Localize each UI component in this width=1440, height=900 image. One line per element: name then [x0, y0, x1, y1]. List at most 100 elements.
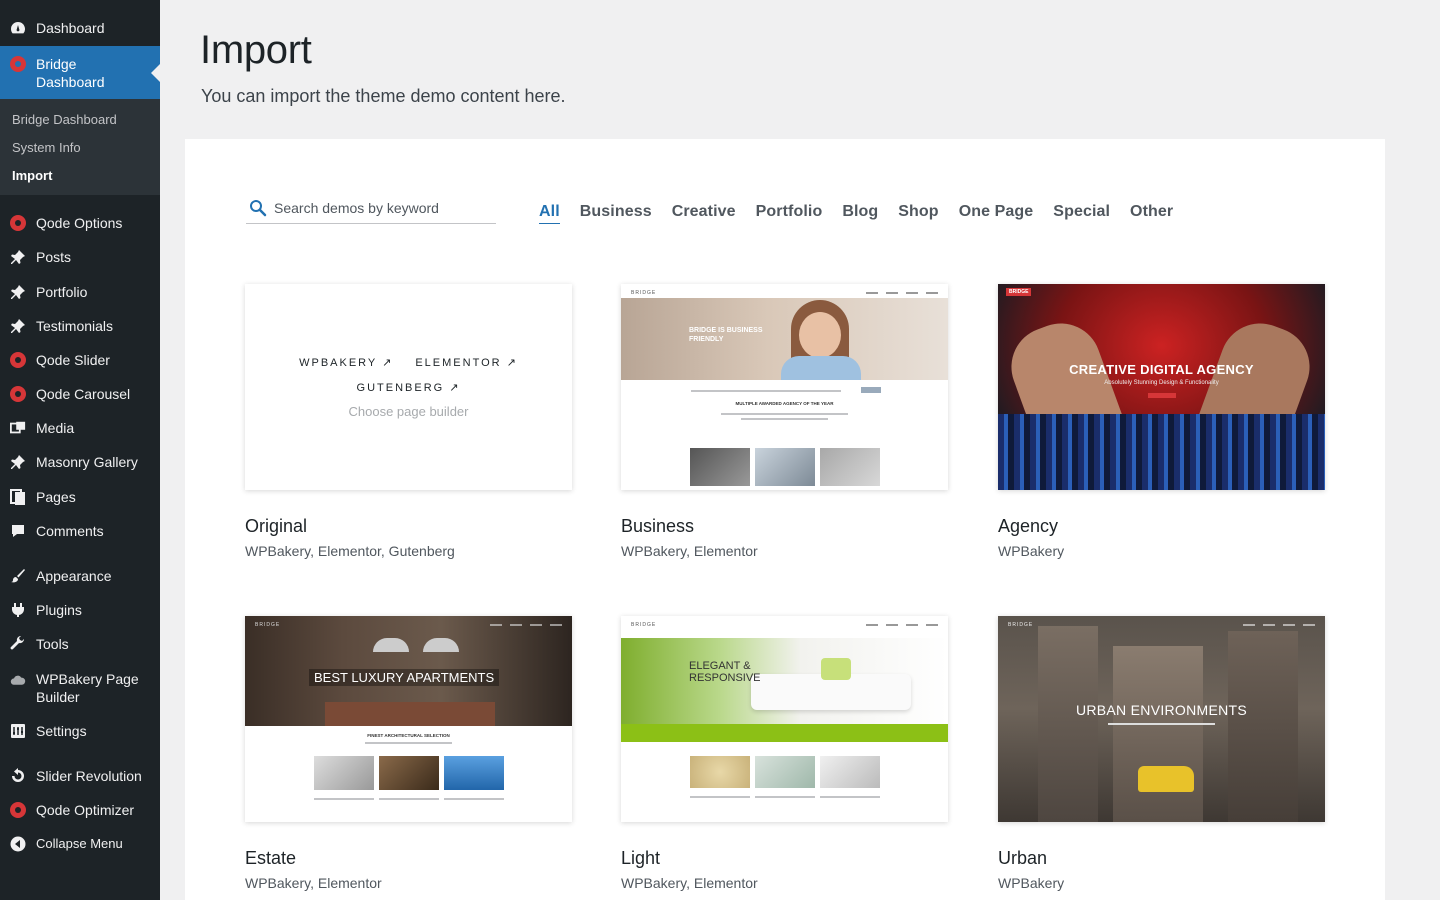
mini-hero-text: CREATIVE DIGITAL AGENCY [1069, 362, 1254, 377]
menu-qode-optimizer-label: Qode Optimizer [36, 802, 135, 818]
mini-hero-text: BRIDGE IS BUSINESS FRIENDLY [689, 327, 763, 343]
demo-thumbnail-urban[interactable]: BRIDGE URBAN ENVIRONMENTS [998, 616, 1325, 822]
import-panel: All Business Creative Portfolio Blog Sho… [185, 139, 1385, 900]
filter-shop[interactable]: Shop [898, 203, 938, 224]
menu-testimonials-label: Testimonials [36, 318, 114, 334]
demo-filter-tabs: All Business Creative Portfolio Blog Sho… [539, 203, 1173, 224]
menu-media[interactable]: Media [0, 412, 160, 444]
menu-dashboard[interactable]: Dashboard [0, 12, 160, 44]
menu-qode-slider[interactable]: Qode Slider [0, 344, 160, 376]
mini-hero-subtext: Absolutely Stunning Design & Functionali… [1104, 380, 1219, 386]
current-menu-arrow [151, 63, 160, 82]
demo-title[interactable]: Agency [998, 516, 1325, 537]
filter-other[interactable]: Other [1130, 203, 1173, 224]
mini-section-title: MULTIPLE AWARDED AGENCY OF THE YEAR [735, 401, 834, 406]
filter-creative[interactable]: Creative [672, 203, 736, 224]
menu-comments-label: Comments [36, 523, 104, 539]
submenu-import[interactable]: Import [12, 168, 52, 183]
page-title: Import [200, 28, 312, 72]
menu-pages-label: Pages [36, 489, 76, 505]
menu-qode-options-label: Qode Options [36, 215, 123, 231]
menu-settings[interactable]: Settings [0, 715, 160, 747]
qode-logo-icon [10, 802, 26, 818]
wpbakery-cloud-icon [10, 672, 26, 688]
menu-testimonials[interactable]: Testimonials [0, 310, 160, 342]
mini-brand: BRIDGE [631, 290, 657, 296]
search-icon [248, 198, 268, 218]
filter-all[interactable]: All [539, 203, 560, 224]
menu-wpbakery[interactable]: WPBakery Page Builder [0, 663, 160, 713]
collapse-menu-button[interactable]: Collapse Menu [0, 828, 160, 860]
filter-one-page[interactable]: One Page [959, 203, 1034, 224]
filter-portfolio[interactable]: Portfolio [756, 203, 823, 224]
pushpin-icon [10, 249, 26, 265]
demo-builders: WPBakery [998, 875, 1065, 891]
dashboard-icon [10, 20, 26, 36]
paintbrush-icon [10, 568, 26, 584]
menu-appearance[interactable]: Appearance [0, 560, 160, 592]
menu-bridge-dashboard-label: Bridge Dashboard [36, 55, 105, 90]
menu-plugins[interactable]: Plugins [0, 594, 160, 626]
pushpin-icon [10, 318, 26, 334]
menu-dashboard-label: Dashboard [36, 20, 105, 36]
menu-qode-optimizer[interactable]: Qode Optimizer [0, 794, 160, 826]
filter-blog[interactable]: Blog [842, 203, 878, 224]
submenu-system-info[interactable]: System Info [12, 140, 81, 155]
menu-comments[interactable]: Comments [0, 515, 160, 547]
builder-link-gutenberg[interactable]: GUTENBERG ↗ [357, 381, 461, 394]
page-subtitle: You can import the theme demo content he… [201, 86, 566, 106]
search-input[interactable] [274, 200, 484, 216]
builder-link-wpbakery[interactable]: WPBAKERY ↗ [299, 356, 393, 369]
collapse-menu-label: Collapse Menu [36, 836, 123, 851]
menu-wpbakery-label: WPBakery Page Builder [36, 671, 139, 705]
mini-hero: BRIDGE IS BUSINESS FRIENDLY [621, 298, 948, 380]
menu-masonry-gallery[interactable]: Masonry Gallery [0, 446, 160, 478]
media-icon [10, 420, 26, 436]
wrench-icon [10, 636, 26, 652]
menu-qode-carousel[interactable]: Qode Carousel [0, 378, 160, 410]
plugins-icon [10, 602, 26, 618]
menu-qode-carousel-label: Qode Carousel [36, 386, 131, 402]
qode-logo-icon [10, 215, 26, 231]
menu-pages[interactable]: Pages [0, 481, 160, 513]
menu-qode-slider-label: Qode Slider [36, 352, 110, 368]
demo-title[interactable]: Urban [998, 848, 1325, 869]
demo-title[interactable]: Estate [245, 848, 572, 869]
demo-title[interactable]: Light [621, 848, 948, 869]
qode-logo-icon [10, 386, 26, 402]
builder-link-elementor[interactable]: ELEMENTOR ↗ [415, 356, 518, 369]
menu-portfolio-label: Portfolio [36, 284, 88, 300]
mini-section-title: FINEST ARCHITECTURAL SELECTION [367, 733, 450, 738]
qode-logo-icon [10, 352, 26, 368]
menu-bridge-dashboard[interactable]: Bridge Dashboard [0, 46, 160, 99]
mini-brand: BRIDGE [631, 622, 657, 628]
admin-sidebar: Dashboard Bridge Dashboard Bridge Dashbo… [0, 0, 160, 900]
pushpin-icon [10, 284, 26, 300]
demo-thumbnail-business[interactable]: BRIDGE BRIDGE IS BUSINESS FRIENDLY MULTI… [621, 284, 948, 490]
qode-logo-icon [10, 56, 26, 72]
demo-builders: WPBakery, Elementor [621, 875, 758, 891]
filter-special[interactable]: Special [1053, 203, 1110, 224]
menu-qode-options[interactable]: Qode Options [0, 207, 160, 239]
mini-brand-badge: BRIDGE [1006, 288, 1032, 296]
mini-hero-text: ELEGANT & RESPONSIVE [689, 660, 761, 684]
demo-title[interactable]: Business [621, 516, 948, 537]
menu-slider-revolution[interactable]: Slider Revolution [0, 760, 160, 792]
menu-posts[interactable]: Posts [0, 241, 160, 273]
demo-builders: WPBakery, Elementor, Gutenberg [245, 543, 455, 559]
demo-thumbnail-agency[interactable]: BRIDGE CREATIVE DIGITAL AGENCY Absolutel… [998, 284, 1325, 490]
mini-hero: BRIDGE BEST LUXURY APARTMENTS [245, 616, 572, 726]
menu-tools[interactable]: Tools [0, 628, 160, 660]
settings-icon [10, 723, 26, 739]
demo-thumbnail-light[interactable]: BRIDGE ELEGANT & RESPONSIVE [621, 616, 948, 822]
demo-title[interactable]: Original [245, 516, 572, 537]
demo-card-business: BRIDGE BRIDGE IS BUSINESS FRIENDLY MULTI… [621, 284, 948, 559]
menu-portfolio[interactable]: Portfolio [0, 276, 160, 308]
menu-media-label: Media [36, 420, 75, 436]
submenu-bridge-dashboard[interactable]: Bridge Dashboard [12, 112, 117, 127]
demo-thumbnail-estate[interactable]: BRIDGE BEST LUXURY APARTMENTS FINEST ARC… [245, 616, 572, 822]
refresh-icon [10, 768, 26, 784]
filter-business[interactable]: Business [580, 203, 652, 224]
mini-brand: BRIDGE [1008, 622, 1034, 628]
menu-masonry-gallery-label: Masonry Gallery [36, 454, 138, 470]
